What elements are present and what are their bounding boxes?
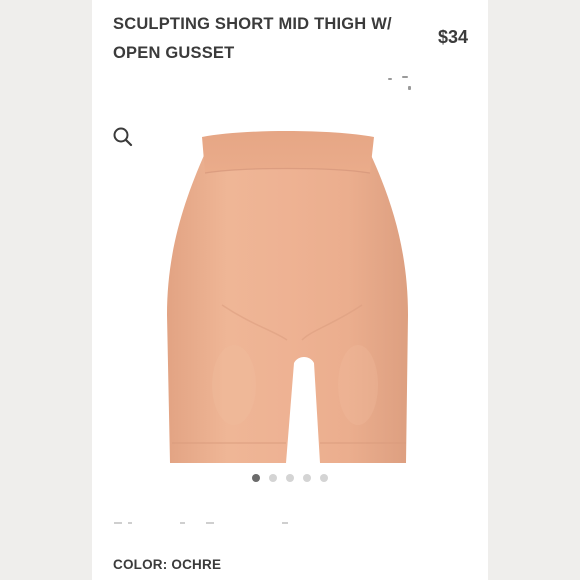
rendering-artifact — [408, 86, 411, 90]
product-card: SCULPTING SHORT MID THIGH W/ OPEN GUSSET… — [92, 0, 488, 580]
rendering-artifact — [114, 522, 122, 524]
shorts-waistband — [202, 131, 374, 173]
color-label: COLOR: OCHRE — [113, 557, 222, 572]
carousel-dot-3[interactable] — [286, 474, 294, 482]
carousel-dot-4[interactable] — [303, 474, 311, 482]
rendering-artifact — [282, 522, 288, 524]
product-title: SCULPTING SHORT MID THIGH W/ OPEN GUSSET — [113, 15, 392, 62]
rendering-artifact — [388, 78, 392, 80]
carousel-dot-5[interactable] — [320, 474, 328, 482]
product-image[interactable] — [162, 125, 412, 470]
search-button[interactable] — [111, 125, 135, 149]
carousel-dot-2[interactable] — [269, 474, 277, 482]
rendering-artifact — [206, 522, 214, 524]
carousel-dot-1[interactable] — [252, 474, 260, 482]
shorts-body — [167, 153, 408, 463]
product-price: $34 — [437, 27, 468, 47]
search-icon — [113, 127, 133, 147]
rendering-artifact — [402, 76, 408, 78]
rendering-artifact — [128, 522, 132, 524]
right-margin — [488, 0, 580, 580]
left-margin — [0, 0, 92, 580]
screenshot-frame: SCULPTING SHORT MID THIGH W/ OPEN GUSSET… — [0, 0, 580, 580]
image-carousel-dots — [252, 474, 328, 482]
rendering-artifact — [180, 522, 185, 524]
